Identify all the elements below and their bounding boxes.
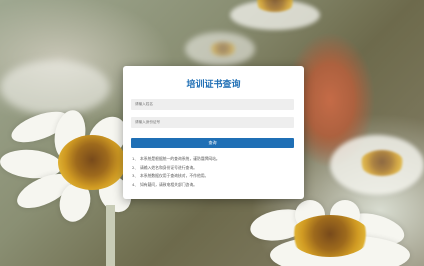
note-item: 3、 本系统数据仅用于查询核对，不作他用。 [132, 173, 209, 178]
note-item: 2、 请输入姓名和身份证号进行查询。 [132, 164, 197, 170]
query-button[interactable]: 查询 [131, 138, 294, 148]
name-input[interactable] [131, 99, 294, 110]
notes-list: 1、 本系统是根据统一的查询系统，谨防冒牌网站。 2、 请输入姓名和身份证号进行查询… [132, 155, 220, 189]
note-item: 1、 本系统是根据统一的查询系统，谨防冒牌网站。 [132, 156, 220, 161]
note-item: 4、 如有疑问，请致电相关部门咨询。 [132, 181, 197, 187]
id-number-input[interactable] [131, 117, 294, 128]
page-title: 培训证书查询 [186, 80, 241, 90]
login-card: 培训证书查询 查询 1、本系统是根据统一的查询系统，谨防冒牌网站。 2、请输入姓… [123, 66, 304, 199]
